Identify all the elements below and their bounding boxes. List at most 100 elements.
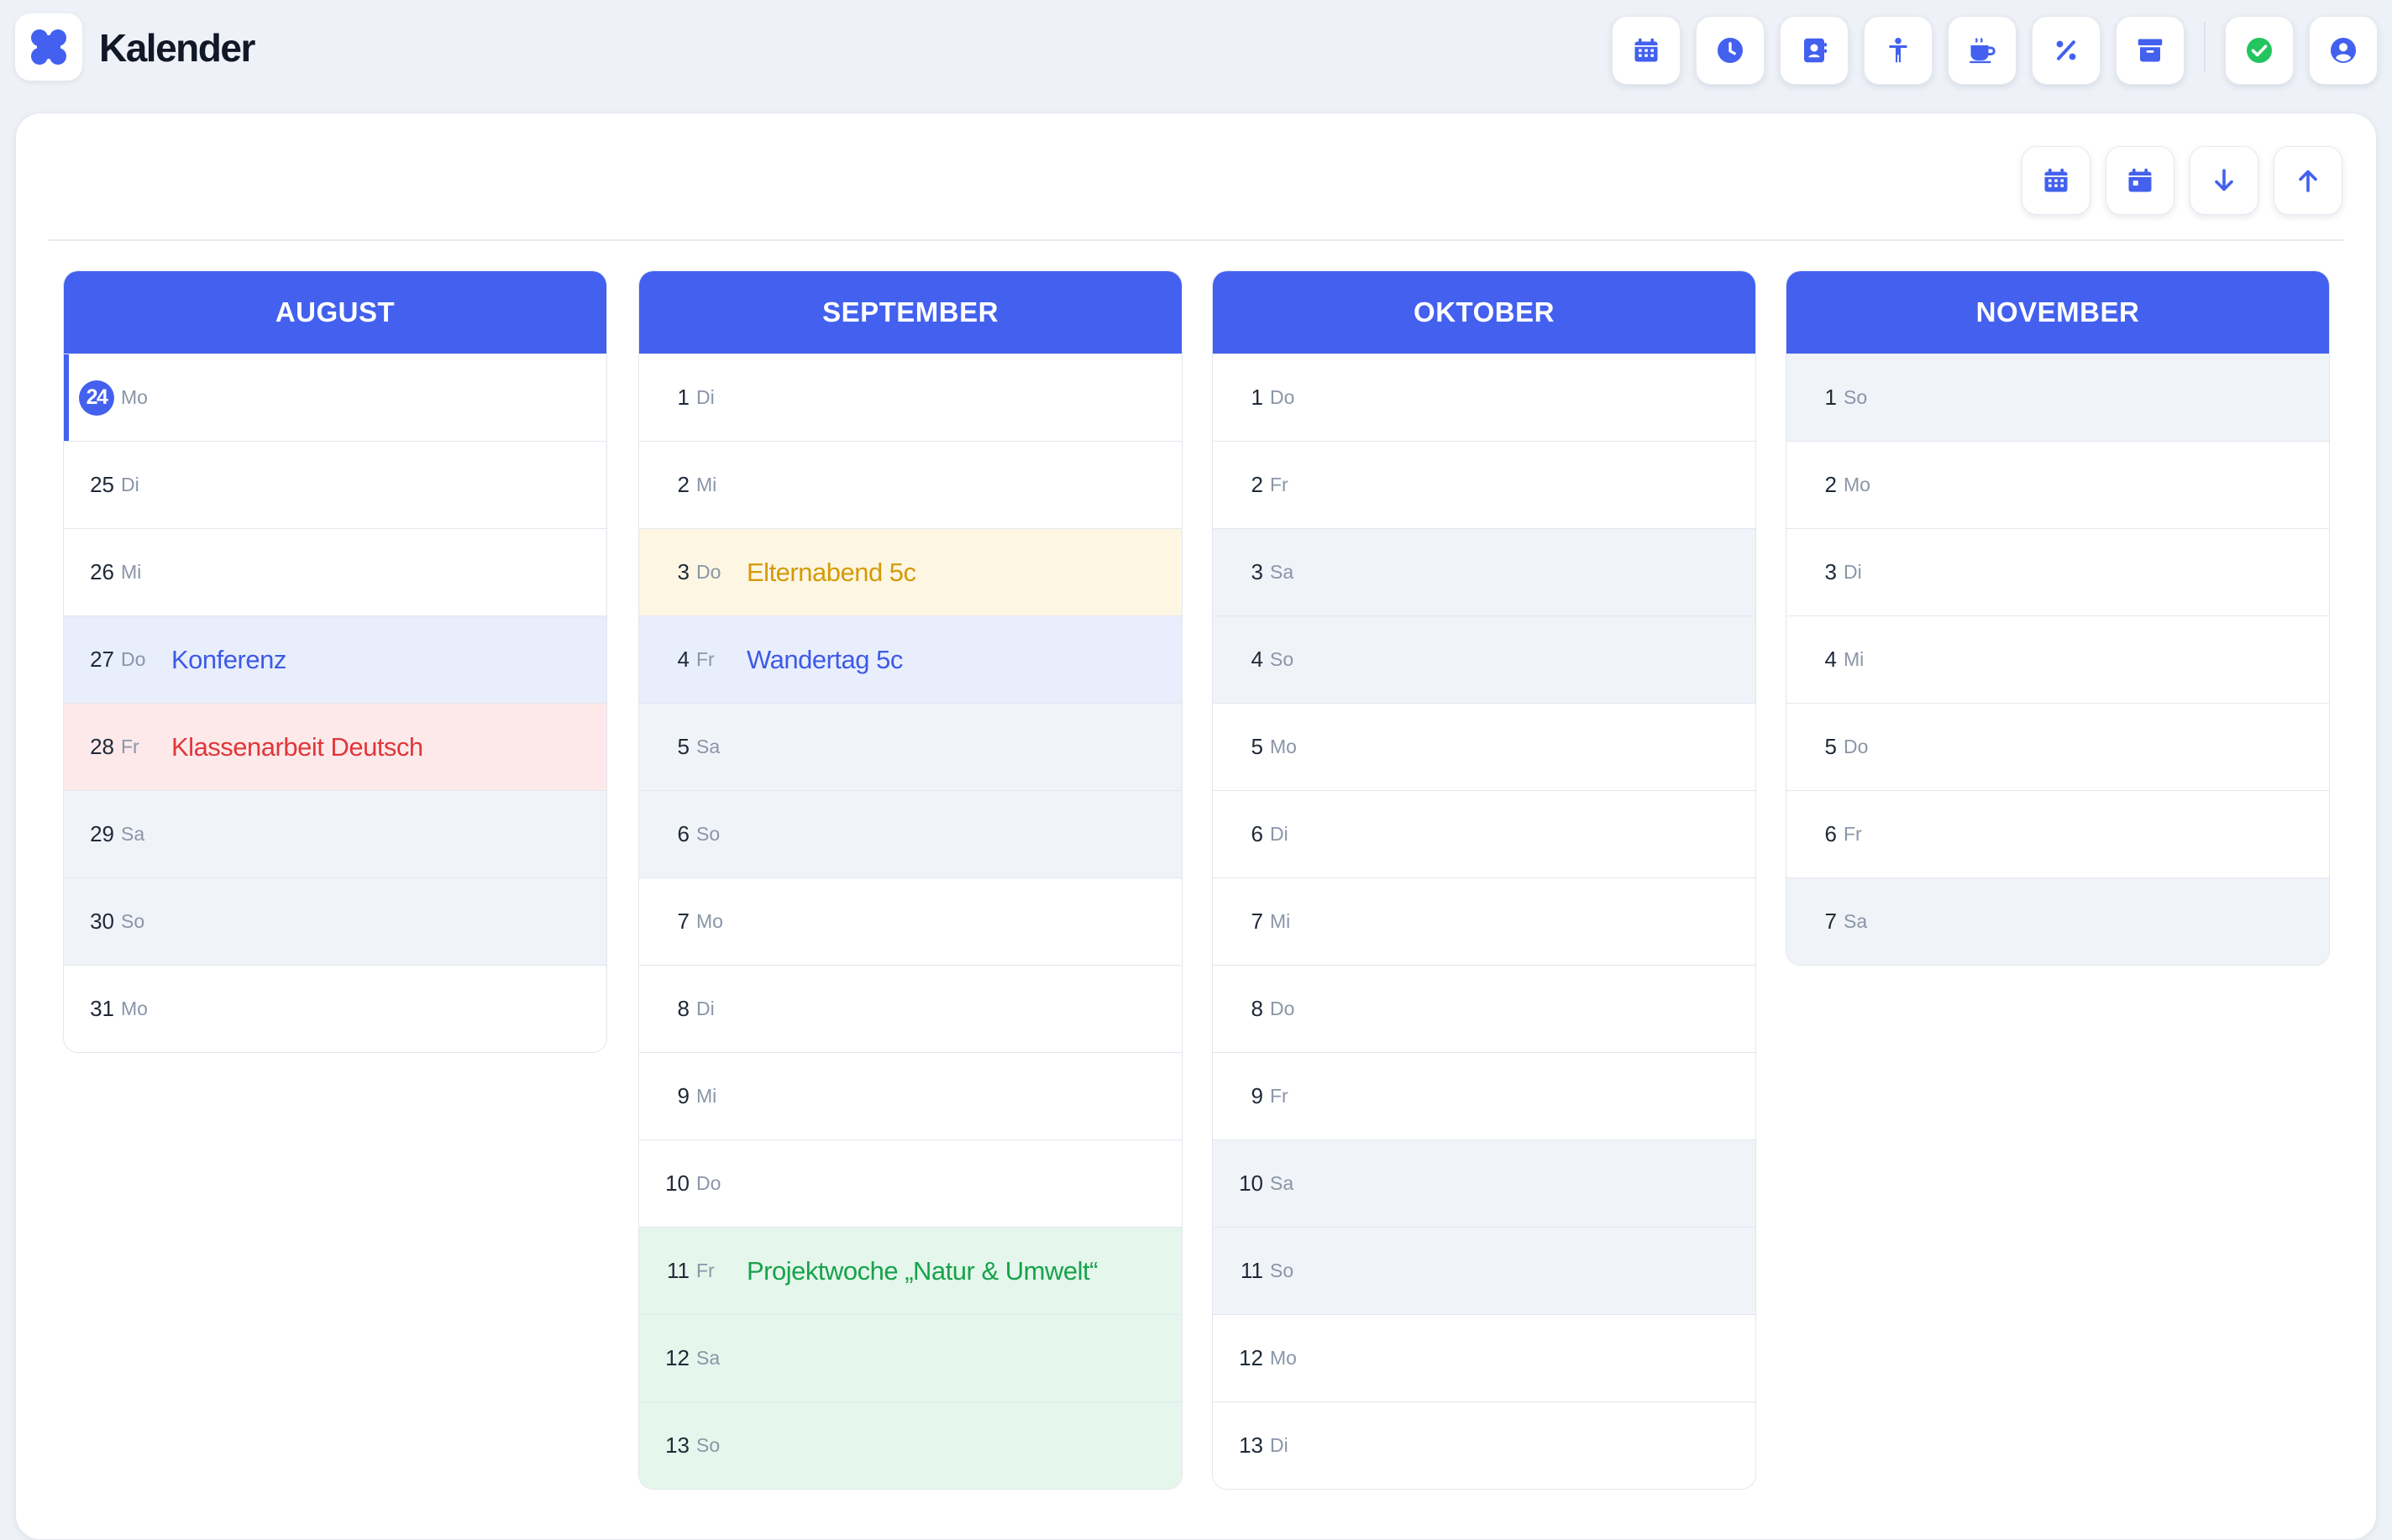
day-row[interactable]: 4 Fr Wandertag 5c [639, 615, 1182, 703]
day-number: 5 [677, 734, 690, 759]
day-number: 29 [90, 821, 114, 846]
event-label[interactable]: Klassenarbeit Deutsch [171, 732, 423, 762]
day-row[interactable]: 1 So [1786, 354, 2329, 441]
contacts-icon [1804, 38, 1827, 63]
day-row[interactable]: 13 So [639, 1401, 1182, 1489]
day-row[interactable]: 12 Mo [1213, 1314, 1755, 1401]
day-row[interactable]: 8 Do [1213, 965, 1755, 1052]
day-number: 26 [90, 559, 114, 584]
day-number: 12 [665, 1345, 690, 1370]
day-row[interactable]: 7 Sa [1786, 877, 2329, 965]
event-label[interactable]: Wandertag 5c [747, 645, 903, 675]
day-row[interactable]: 25 Di [64, 441, 606, 528]
weekday-label: Mo [696, 910, 723, 932]
day-number: 24 [79, 380, 114, 416]
calendar-button[interactable] [1612, 16, 1681, 85]
coffee-button[interactable] [1948, 16, 2017, 85]
archive-icon [2138, 39, 2163, 62]
weekday-label: So [1270, 648, 1294, 670]
day-row[interactable]: 26 Mi [64, 528, 606, 615]
day-row[interactable]: 10 Sa [1213, 1139, 1755, 1227]
day-row[interactable]: 28 Fr Klassenarbeit Deutsch [64, 703, 606, 790]
day-view-button[interactable] [2106, 146, 2174, 215]
event-label[interactable]: Konferenz [171, 645, 286, 675]
event-label[interactable]: Projektwoche „Natur & Umwelt“ [747, 1256, 1098, 1286]
day-row[interactable]: 4 Mi [1786, 615, 2329, 703]
day-row[interactable]: 30 So [64, 877, 606, 965]
header-separator [49, 239, 2343, 241]
day-row[interactable]: 31 Mo [64, 965, 606, 1052]
day-number: 31 [90, 996, 114, 1021]
day-row[interactable]: 1 Do [1213, 354, 1755, 441]
month-view-button[interactable] [2022, 146, 2090, 215]
weekday-label: So [696, 823, 721, 845]
contacts-button[interactable] [1780, 16, 1849, 85]
day-row[interactable]: 12 Sa [639, 1314, 1182, 1401]
percent-button[interactable] [2032, 16, 2101, 85]
day-row[interactable]: 2 Fr [1213, 441, 1755, 528]
month-header[interactable]: SEPTEMBER [639, 271, 1182, 354]
day-row[interactable]: 3 Sa [1213, 528, 1755, 615]
archive-button[interactable] [2116, 16, 2185, 85]
day-row[interactable]: 7 Mo [639, 877, 1182, 965]
day-row[interactable]: 5 Do [1786, 703, 2329, 790]
person-button[interactable] [1864, 16, 1933, 85]
day-row[interactable]: 9 Fr [1213, 1052, 1755, 1139]
clock-button[interactable] [1696, 16, 1765, 85]
month-header[interactable]: AUGUST [64, 271, 606, 354]
day-row[interactable]: 6 Di [1213, 790, 1755, 877]
month-header[interactable]: NOVEMBER [1786, 271, 2329, 354]
day-number: 2 [677, 472, 690, 497]
day-number: 6 [677, 821, 690, 846]
day-row[interactable]: 5 Sa [639, 703, 1182, 790]
profile-button[interactable] [2309, 16, 2378, 85]
scroll-up-button[interactable] [2274, 146, 2342, 215]
day-row[interactable]: 4 So [1213, 615, 1755, 703]
day-number: 10 [665, 1171, 690, 1196]
person-icon [1889, 38, 1907, 63]
day-row[interactable]: 6 So [639, 790, 1182, 877]
day-number: 1 [677, 385, 690, 410]
day-row[interactable]: 1 Di [639, 354, 1182, 441]
day-row[interactable]: 27 Do Konferenz [64, 615, 606, 703]
app-logo[interactable] [15, 13, 82, 81]
day-row[interactable]: 2 Mo [1786, 441, 2329, 528]
day-row[interactable]: 8 Di [639, 965, 1182, 1052]
day-row[interactable]: 5 Mo [1213, 703, 1755, 790]
weekday-label: Do [1844, 736, 1869, 757]
day-number: 8 [1251, 996, 1263, 1021]
month-header[interactable]: OKTOBER [1213, 271, 1755, 354]
toolbar-divider [2204, 22, 2206, 72]
day-row[interactable]: 2 Mi [639, 441, 1182, 528]
day-row[interactable]: 13 Di [1213, 1401, 1755, 1489]
weekday-label: Sa [1270, 1172, 1294, 1194]
day-number: 5 [1824, 734, 1837, 759]
day-number: 4 [1251, 647, 1263, 672]
day-row[interactable]: 3 Do Elternabend 5c [639, 528, 1182, 615]
event-label[interactable]: Elternabend 5c [747, 558, 916, 588]
weekday-label: Do [1270, 998, 1295, 1019]
weekday-label: Di [696, 998, 715, 1019]
status-button[interactable] [2225, 16, 2294, 85]
day-row[interactable]: 7 Mi [1213, 877, 1755, 965]
weekday-label: So [1844, 386, 1868, 408]
weekday-label: Sa [696, 1347, 721, 1369]
weekday-label: Fr [696, 648, 715, 670]
day-row[interactable]: 29 Sa [64, 790, 606, 877]
weekday-label: Mi [696, 474, 717, 495]
day-row[interactable]: 10 Do [639, 1139, 1182, 1227]
day-row[interactable]: 3 Di [1786, 528, 2329, 615]
day-number: 12 [1239, 1345, 1263, 1370]
day-row[interactable]: 24 Mo [64, 354, 606, 441]
day-row[interactable]: 9 Mi [639, 1052, 1182, 1139]
month-column-august: AUGUST 24 Mo 25 Di 26 Mi 27 Do Konferenz 28 Fr Klass… [63, 270, 607, 1053]
day-number: 5 [1251, 734, 1263, 759]
month-column-november: NOVEMBER 1 So 2 Mo 3 Di 4 Mi 5 Do 6 Fr 7 Sa [1786, 270, 2330, 966]
scroll-down-button[interactable] [2190, 146, 2258, 215]
day-row[interactable]: 11 So [1213, 1227, 1755, 1314]
weekday-label: So [1270, 1260, 1294, 1281]
percent-icon [2056, 40, 2076, 60]
month-column-september: SEPTEMBER 1 Di 2 Mi 3 Do Elternabend 5c 4 Fr Wande… [638, 270, 1183, 1490]
day-row[interactable]: 11 Fr Projektwoche „Natur & Umwelt“ [639, 1227, 1182, 1314]
day-row[interactable]: 6 Fr [1786, 790, 2329, 877]
